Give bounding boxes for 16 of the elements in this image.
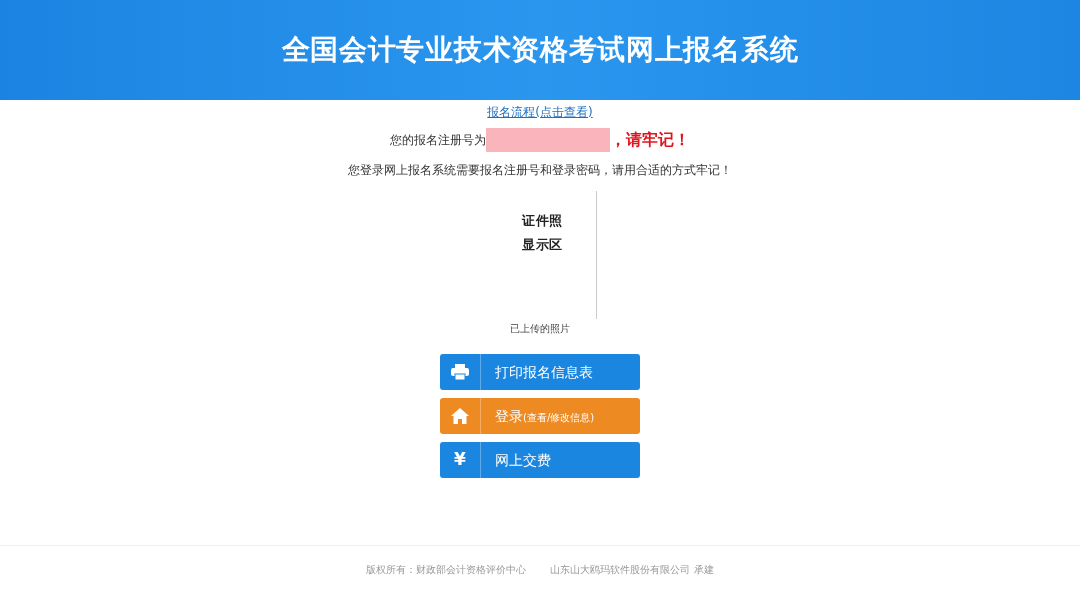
photo-placeholder-text: 显示区	[522, 235, 563, 254]
remember-warning: ，请牢记！	[610, 129, 690, 151]
action-button[interactable]: ¥ 网上交费	[440, 442, 640, 478]
printer-icon	[451, 364, 469, 380]
page-title: 全国会计专业技术资格考试网上报名系统	[281, 32, 799, 68]
process-link[interactable]: 报名流程(点击查看)	[487, 103, 593, 121]
yen-icon: ¥	[454, 447, 466, 473]
house-icon	[451, 408, 469, 424]
footer-text: 山东山大鸥玛软件股份有限公司 承建	[550, 563, 714, 577]
action-button[interactable]: 打印报名信息表	[440, 354, 640, 390]
action-button[interactable]: 登录(查看/修改信息)	[440, 398, 640, 434]
photo-caption: 已上传的照片	[510, 322, 570, 336]
photo-placeholder-text: 证件照	[522, 211, 563, 230]
footer-text: 版权所有：财政部会计资格评价中心	[366, 563, 527, 577]
notice-text: 您登录网上报名系统需要报名注册号和登录密码，请用合适的方式牢记！	[348, 162, 732, 179]
registration-label: 您的报名注册号为	[390, 132, 486, 149]
